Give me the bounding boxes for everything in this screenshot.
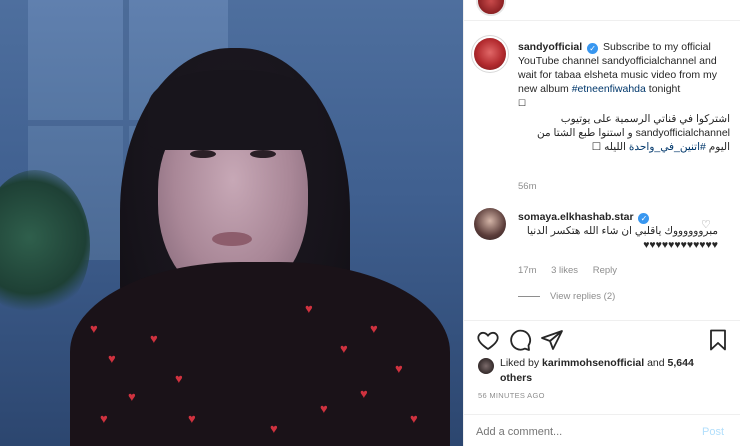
- comment-reply-button[interactable]: Reply: [593, 265, 617, 276]
- comment-icon: [510, 329, 532, 351]
- caption-hashtag[interactable]: #etneenfiwahda: [572, 83, 646, 95]
- sweater-heart: ♥: [340, 341, 348, 356]
- sweater-heart: ♥: [90, 321, 98, 336]
- comment-button[interactable]: [508, 328, 532, 352]
- verified-badge-icon: ✓: [638, 213, 650, 224]
- add-comment-input[interactable]: [476, 426, 676, 438]
- comment: somaya.elkhashab.star ✓ مبرووووووك ياقلب…: [518, 210, 718, 252]
- bookmark-icon: [710, 329, 726, 351]
- sweater-heart: ♥: [100, 411, 108, 426]
- caption-ar-line: sandyofficialchannel و استنوا طبع الشتا …: [536, 127, 730, 139]
- sweater-heart: ♥: [270, 421, 278, 436]
- post-comment-button[interactable]: Post: [702, 426, 724, 438]
- caption-text-after: tonight: [648, 83, 681, 95]
- caption-ar-line: اشتركوا في قناتي الرسمية على يوتيوب: [560, 113, 730, 125]
- save-button[interactable]: [706, 328, 730, 352]
- divider: [464, 320, 740, 321]
- likes-and: and: [647, 357, 665, 369]
- sweater-heart: ♥: [360, 386, 368, 401]
- post-author-username[interactable]: sandyofficial: [518, 41, 582, 53]
- likes-summary: Liked by karimmohsenofficial and 5,644 o…: [500, 356, 720, 386]
- sweater-heart: ♥: [175, 371, 183, 386]
- post-sidebar: sandyofficial ✓ Subscribe to my official…: [463, 0, 740, 446]
- sweater-heart: ♥: [128, 389, 136, 404]
- caption-ar-hashtag[interactable]: #اتنين_في_واحدة: [629, 141, 706, 153]
- post-author-avatar[interactable]: [474, 38, 506, 70]
- caption-text-ar: اشتركوا في قناتي الرسمية على يوتيوب sand…: [518, 112, 730, 154]
- view-replies-label: View replies (2): [550, 291, 616, 302]
- view-replies-button[interactable]: View replies (2): [518, 291, 615, 302]
- commenter-avatar[interactable]: [474, 208, 506, 240]
- comment-like-heart-icon[interactable]: ♡: [701, 218, 711, 231]
- verified-badge-icon: ✓: [587, 43, 599, 54]
- sweater-heart: ♥: [188, 411, 196, 426]
- post-photo[interactable]: ♥ ♥ ♥ ♥ ♥ ♥ ♥ ♥ ♥ ♥ ♥ ♥ ♥ ♥ ♥: [0, 0, 463, 446]
- header-avatar[interactable]: [476, 0, 506, 16]
- sweater-heart: ♥: [395, 361, 403, 376]
- comment-hearts: ♥♥♥♥♥♥♥♥♥♥♥♥: [643, 239, 718, 251]
- sweater-heart: ♥: [370, 321, 378, 336]
- post-timestamp[interactable]: 56 MINUTES AGO: [478, 391, 545, 400]
- share-icon: [541, 330, 563, 350]
- right-eye: [250, 150, 276, 158]
- post-caption: sandyofficial ✓ Subscribe to my official…: [518, 40, 730, 154]
- caption-ar-line: الليله: [604, 141, 626, 153]
- share-button[interactable]: [540, 328, 564, 352]
- emoji-placeholder-icon: ☐: [591, 141, 602, 153]
- divider: [464, 414, 740, 415]
- lips: [212, 232, 252, 246]
- comment-text: مبرووووووك ياقلبي ان شاء الله هتكسر الدن…: [526, 225, 718, 237]
- divider: [464, 20, 740, 21]
- liked-by-prefix: Liked by: [500, 357, 540, 369]
- emoji-placeholder-icon: ☐: [518, 98, 527, 108]
- sweater-heart: ♥: [305, 301, 313, 316]
- caption-ar-line: اليوم: [708, 141, 730, 153]
- heart-icon: [477, 331, 499, 351]
- sweater-heart: ♥: [108, 351, 116, 366]
- sweater-heart: ♥: [410, 411, 418, 426]
- sweater-heart: ♥: [320, 401, 328, 416]
- comment-time: 17m: [518, 265, 537, 276]
- bangs: [148, 70, 318, 150]
- commenter-username[interactable]: somaya.elkhashab.star: [518, 211, 634, 223]
- left-eye: [190, 150, 216, 158]
- replies-line: [518, 296, 540, 297]
- liker-username[interactable]: karimmohsenofficial: [542, 357, 644, 369]
- sweater-heart: ♥: [150, 331, 158, 346]
- comment-likes[interactable]: 3 likes: [551, 265, 578, 276]
- comment-meta: 17m 3 likes Reply: [518, 265, 629, 276]
- caption-time: 56m: [518, 181, 537, 192]
- like-button[interactable]: [476, 328, 500, 352]
- liker-avatar[interactable]: [478, 358, 494, 374]
- sweater: ♥ ♥ ♥ ♥ ♥ ♥ ♥ ♥ ♥ ♥ ♥ ♥ ♥ ♥ ♥: [70, 262, 450, 446]
